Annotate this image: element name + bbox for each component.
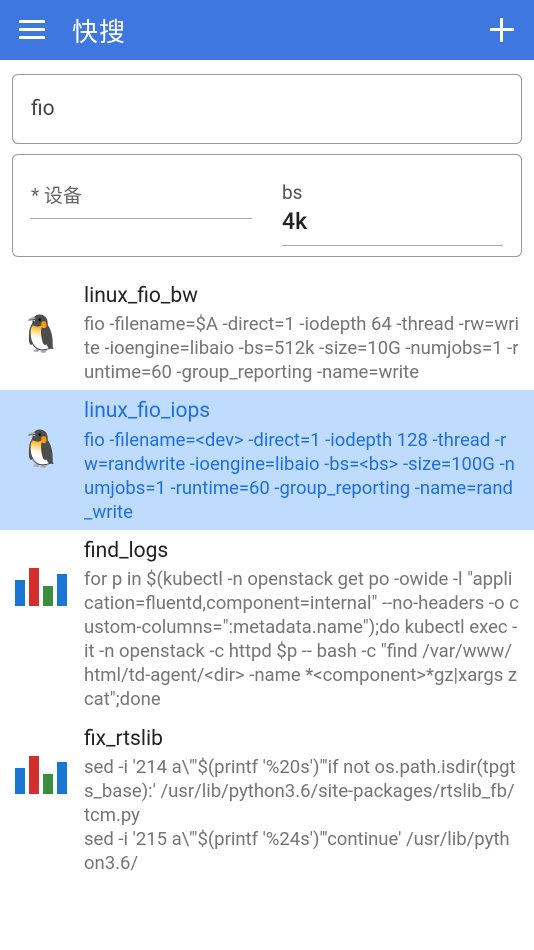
barchart-icon — [14, 562, 68, 616]
param-bs[interactable]: bs 4k — [282, 181, 503, 246]
param-device[interactable]: * 设备 — [31, 181, 252, 246]
barchart-icon — [14, 750, 68, 804]
list-item[interactable]: 🐧 linux_fio_iops fio -filename=<dev> -di… — [0, 390, 534, 529]
item-title: linux_fio_iops — [84, 398, 520, 425]
list-item[interactable]: fix_rtslib sed -i '214 a\'"$(printf '%20… — [0, 718, 534, 882]
item-command: fio -filename=<dev> -direct=1 -iodepth 1… — [84, 428, 520, 524]
app-title: 快搜 — [72, 12, 488, 49]
item-command: sed -i '214 a\'"$(printf '%20s')"'if not… — [84, 755, 520, 875]
param-bs-value: 4k — [282, 208, 503, 235]
item-title: find_logs — [84, 538, 520, 565]
penguin-icon: 🐧 — [14, 422, 68, 476]
penguin-icon: 🐧 — [14, 307, 68, 361]
list-item[interactable]: find_logs for p in $(kubectl -n openstac… — [0, 530, 534, 718]
param-bs-label: bs — [282, 181, 503, 204]
search-query-text: fio — [31, 97, 55, 121]
item-command: fio -filename=$A -direct=1 -iodepth 64 -… — [84, 312, 520, 384]
menu-icon[interactable] — [18, 16, 46, 44]
add-icon[interactable] — [488, 16, 516, 44]
command-list: 🐧 linux_fio_bw fio -filename=$A -direct=… — [0, 275, 534, 881]
item-command: for p in $(kubectl -n openstack get po -… — [84, 567, 520, 711]
search-input[interactable]: fio — [12, 74, 522, 144]
param-device-label: * 设备 — [31, 181, 252, 208]
params-card: * 设备 bs 4k — [12, 154, 522, 257]
app-header: 快搜 — [0, 0, 534, 60]
item-title: linux_fio_bw — [84, 283, 520, 310]
item-title: fix_rtslib — [84, 726, 520, 753]
list-item[interactable]: 🐧 linux_fio_bw fio -filename=$A -direct=… — [0, 275, 534, 390]
